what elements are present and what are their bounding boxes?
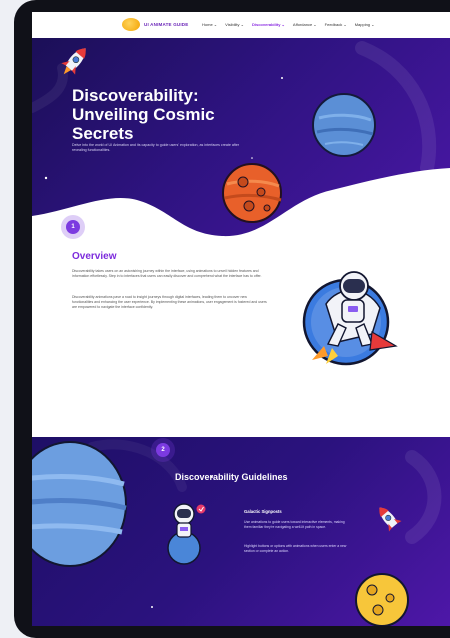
page-screen: UI ANIMATE GUIDE Home ⌄ Visibility ⌄ Dis…	[32, 12, 450, 626]
nav-item-discoverability[interactable]: Discoverability ⌄	[252, 22, 285, 27]
guideline-item-paragraph-1: Use animations to guide users toward int…	[244, 520, 345, 529]
blue-planet-icon	[312, 93, 376, 157]
overview-paragraph-1: Discoverability takes users on an astoni…	[72, 269, 262, 279]
overview-paragraph-2: Discoverability animations pave a road t…	[72, 295, 267, 310]
flag-icon	[196, 504, 206, 514]
hero-subtitle: Delve into the world of UI Animation and…	[72, 143, 240, 153]
small-rocket-icon	[379, 507, 402, 532]
hero-title: Discoverability: Unveiling Cosmic Secret…	[72, 86, 215, 143]
guidelines-title: Discoverability Guidelines	[175, 472, 288, 482]
main-menu: Home ⌄ Visibility ⌄ Discoverability ⌄ Af…	[202, 22, 375, 27]
blue-gas-planet-icon	[32, 441, 127, 567]
nav-item-feedback[interactable]: Feedback ⌄	[325, 22, 347, 27]
yellow-planet-icon	[355, 573, 409, 626]
rocket-icon	[61, 48, 86, 75]
orange-planet-icon	[222, 163, 282, 223]
top-navigation: UI ANIMATE GUIDE Home ⌄ Visibility ⌄ Dis…	[32, 12, 450, 38]
guideline-item-title: Galactic Signposts	[244, 509, 282, 514]
astronaut-rocket-illustration	[302, 271, 398, 366]
nav-item-visibility[interactable]: Visibility ⌄	[225, 22, 244, 27]
step-badge-2: 2	[156, 443, 170, 457]
logo-text: UI ANIMATE GUIDE	[144, 22, 189, 27]
nav-item-mapping[interactable]: Mapping ⌄	[355, 22, 375, 27]
overview-title: Overview	[72, 251, 117, 262]
step-badge-1: 1	[66, 220, 80, 234]
nav-item-home[interactable]: Home ⌄	[202, 22, 217, 27]
site-logo[interactable]: UI ANIMATE GUIDE	[122, 18, 188, 31]
guideline-item-paragraph-2: Highlight buttons or options with animat…	[244, 544, 347, 553]
planet-logo-icon	[122, 18, 140, 31]
nav-item-affordance[interactable]: Affordance ⌄	[293, 22, 317, 27]
